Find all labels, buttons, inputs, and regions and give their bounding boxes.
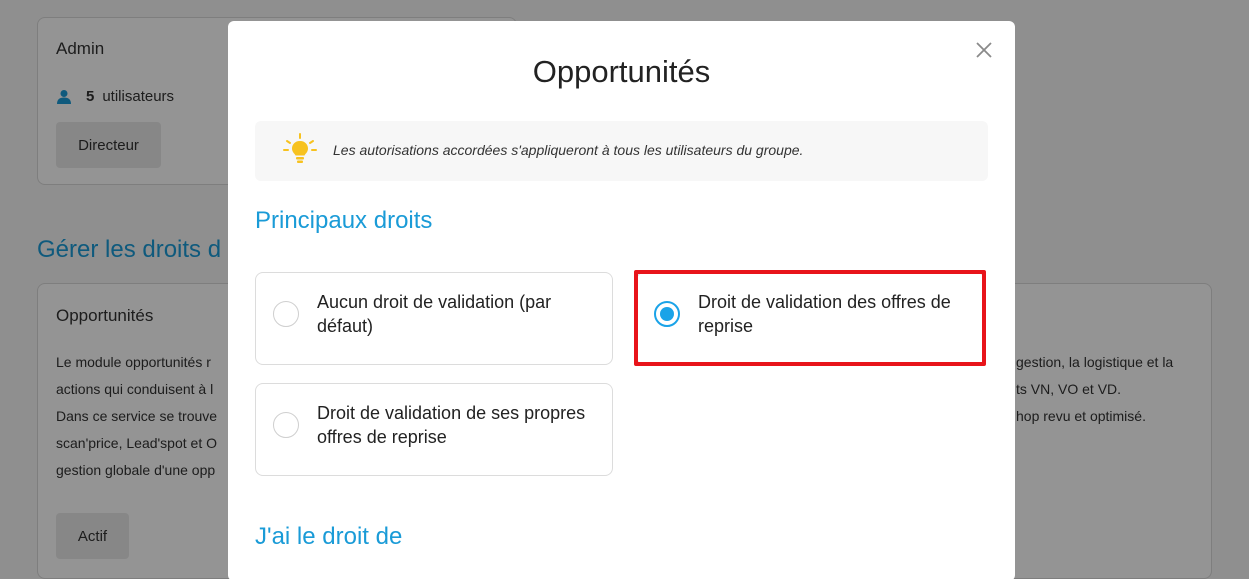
- info-text: Les autorisations accordées s'appliquero…: [333, 142, 804, 158]
- rights-list-title: J'ai le droit de: [255, 523, 403, 550]
- radio-button[interactable]: [273, 301, 299, 327]
- option-no-validation[interactable]: Aucun droit de validation (par défaut): [255, 272, 613, 365]
- main-rights-title: Principaux droits: [255, 207, 433, 234]
- radio-button[interactable]: [273, 412, 299, 438]
- option-label: Aucun droit de validation (par défaut): [317, 292, 552, 336]
- option-label: Droit de validation des offres de repris…: [698, 292, 951, 336]
- option-validate-own-trade-in-offers[interactable]: Droit de validation de ses propres offre…: [255, 383, 613, 476]
- rights-modal: Opportunités Les autorisations accordées…: [228, 21, 1015, 579]
- lightbulb-icon: [283, 133, 317, 163]
- option-label: Droit de validation de ses propres offre…: [317, 403, 586, 447]
- modal-title: Opportunités: [532, 54, 711, 89]
- info-box: Les autorisations accordées s'appliquero…: [255, 121, 988, 181]
- option-validate-trade-in-offers[interactable]: Droit de validation des offres de repris…: [636, 272, 985, 365]
- radio-button-selected[interactable]: [654, 301, 680, 327]
